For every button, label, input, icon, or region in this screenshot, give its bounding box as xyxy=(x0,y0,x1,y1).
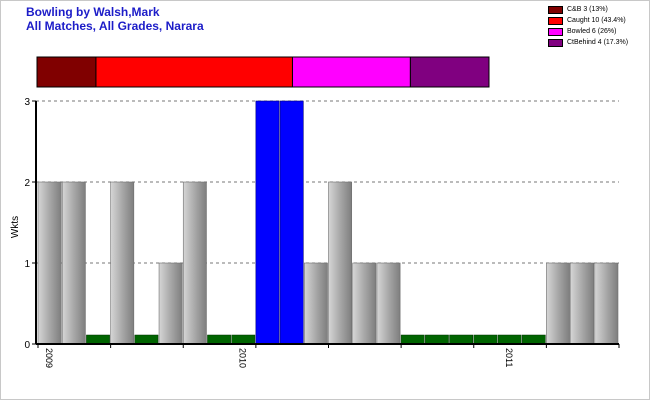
bar-zero-marker xyxy=(207,334,231,345)
bar xyxy=(158,262,183,345)
dismissal-stack-bar xyxy=(36,56,490,88)
bar xyxy=(376,262,401,345)
y-tick-label: 1 xyxy=(24,259,30,270)
stack-segment-cb xyxy=(36,56,97,88)
y-tick-label: 3 xyxy=(24,97,30,108)
bar-zero-marker xyxy=(497,334,522,345)
bar xyxy=(182,181,207,345)
bar-zero-marker xyxy=(449,334,473,345)
y-tick-label: 0 xyxy=(24,340,30,351)
bar xyxy=(110,181,135,345)
x-tick-labels: 2009 2010 2011 xyxy=(37,344,620,368)
bar-zero-marker xyxy=(425,334,449,345)
bar-highlight xyxy=(255,100,280,345)
bar xyxy=(352,262,377,345)
bar-zero-marker xyxy=(400,334,425,345)
bar-highlight xyxy=(279,100,304,345)
bar-zero-marker xyxy=(86,334,110,345)
y-tick-label: 2 xyxy=(24,178,30,189)
bar xyxy=(594,262,619,345)
x-tick-label: 2009 xyxy=(44,348,54,368)
bar xyxy=(328,181,353,345)
stack-segment-caught xyxy=(95,56,293,88)
bar-zero-marker xyxy=(134,334,159,345)
bar xyxy=(37,181,62,345)
bar xyxy=(61,181,86,345)
x-tick-label: 2010 xyxy=(238,348,248,368)
bar-zero-marker xyxy=(231,334,256,345)
y-tick-labels: 0 1 2 3 xyxy=(24,97,36,351)
bar-series xyxy=(37,100,619,345)
bar xyxy=(570,262,595,345)
y-axis-label: Wkts xyxy=(10,216,21,238)
wickets-chart: 0 1 2 3 2009 2010 2011 Wkts xyxy=(10,56,620,368)
stack-segment-ctbehind xyxy=(409,56,490,88)
stack-segment-bowled xyxy=(291,56,411,88)
bar xyxy=(303,262,328,345)
bar-zero-marker xyxy=(521,334,546,345)
bar-zero-marker xyxy=(473,334,498,345)
x-tick-label: 2011 xyxy=(504,348,514,367)
bar xyxy=(546,262,570,345)
